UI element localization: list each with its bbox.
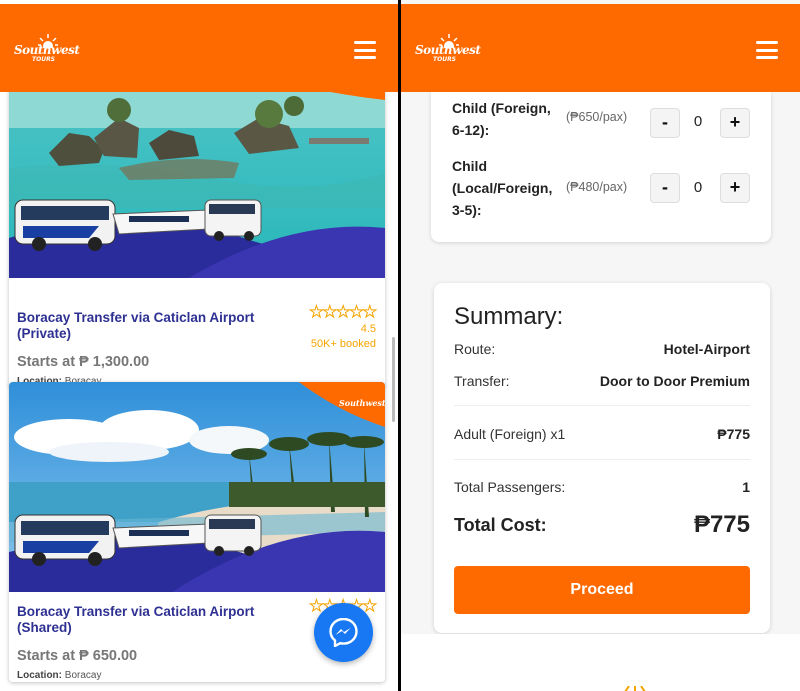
southwest-logo[interactable]: Southwest TOURS (415, 34, 481, 64)
location-value: Boracay (64, 670, 102, 681)
star-icon: ★ (349, 304, 364, 322)
logo-subtext: TOURS (433, 56, 457, 63)
star-icon: ★ (322, 304, 337, 322)
adult-label: Adult (Foreign) x1 (454, 426, 566, 442)
tour-list[interactable]: Boracay Transfer via Caticlan Airport (P… (0, 88, 398, 691)
image-badge-logo: Southwest (339, 398, 385, 408)
scrollbar[interactable] (392, 337, 395, 422)
passenger-price: (₱480/pax) (566, 180, 628, 194)
passenger-label: Child (Local/Foreign, 3-5): (452, 158, 553, 218)
booking-summary: Summary: Route: Hotel-Airport Transfer: … (434, 283, 770, 633)
total-passengers-label: Total Passengers: (454, 479, 566, 495)
divider (454, 405, 750, 406)
star-icon: ★ (309, 304, 324, 322)
passenger-row-child-6-12: Child (Foreign, 6-12): (₱650/pax) - 0 + (452, 97, 772, 147)
passenger-price: (₱650/pax) (566, 110, 628, 124)
tour-card-image[interactable]: Southwest (9, 382, 385, 592)
messenger-icon[interactable] (314, 603, 373, 662)
tour-price: Starts at ₱ 1,300.00 (17, 354, 150, 370)
tour-title[interactable]: Boracay Transfer via Caticlan Airport (S… (17, 604, 277, 636)
tour-card-private[interactable]: Boracay Transfer via Caticlan Airport (P… (9, 88, 385, 388)
passenger-count: 0 (693, 179, 703, 196)
route-value: Hotel-Airport (663, 341, 750, 357)
tour-card-image[interactable] (9, 88, 385, 298)
sun-icon (624, 686, 646, 691)
menu-icon[interactable] (756, 41, 778, 59)
decrement-button[interactable]: - (650, 108, 680, 138)
rating-score: 4.5 (360, 323, 376, 335)
tour-card-info: Boracay Transfer via Caticlan Airport (P… (9, 298, 385, 388)
right-screen: Child (Foreign, 6-12): (₱650/pax) - 0 + … (401, 0, 800, 691)
passenger-selector: Child (Foreign, 6-12): (₱650/pax) - 0 + … (431, 92, 771, 242)
location-label: Location: (17, 670, 62, 681)
southwest-logo[interactable]: Southwest TOURS (14, 34, 80, 64)
tour-title[interactable]: Boracay Transfer via Caticlan Airport (P… (17, 310, 277, 342)
logo-text: Southwest (14, 43, 80, 57)
top-header: Southwest TOURS (0, 4, 398, 92)
footer-area (401, 634, 800, 691)
booked-count: 50K+ booked (310, 338, 376, 350)
total-cost-label: Total Cost: (454, 515, 547, 535)
total-cost-value: ₱775 (693, 511, 750, 538)
passenger-label: Child (Foreign, 6-12): (452, 100, 551, 138)
tour-rating: ★★★★★ 4.5 50K+ booked (309, 302, 378, 351)
proceed-button[interactable]: Proceed (454, 566, 750, 614)
star-icon: ★ (335, 304, 350, 322)
left-screen: Boracay Transfer via Caticlan Airport (P… (0, 0, 398, 691)
tour-location: Location: Boracay (17, 670, 377, 681)
passenger-count: 0 (693, 113, 703, 130)
top-header: Southwest TOURS (401, 4, 800, 92)
route-label: Route: (454, 341, 496, 357)
increment-button[interactable]: + (720, 173, 750, 203)
star-icon: ★ (362, 304, 377, 322)
increment-button[interactable]: + (720, 108, 750, 138)
logo-text: Southwest (415, 43, 481, 57)
adult-value: ₱775 (717, 426, 750, 442)
total-passengers-value: 1 (742, 479, 750, 495)
transfer-value: Door to Door Premium (599, 373, 750, 389)
star-icon-row: ★★★★★ (309, 302, 378, 322)
divider (454, 459, 750, 460)
passenger-row-child-3-5: Child (Local/Foreign, 3-5): (₱480/pax) -… (452, 155, 772, 225)
transfer-label: Transfer: (454, 373, 510, 389)
logo-subtext: TOURS (32, 56, 56, 63)
decrement-button[interactable]: - (650, 173, 680, 203)
summary-heading: Summary: (454, 303, 564, 330)
menu-icon[interactable] (354, 41, 376, 59)
